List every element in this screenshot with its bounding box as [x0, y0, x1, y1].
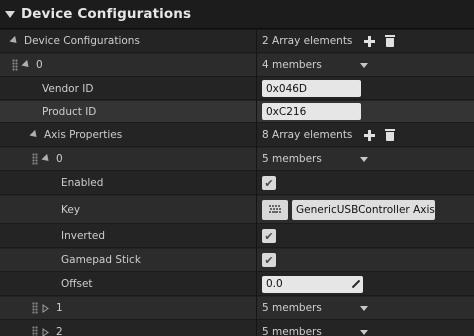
members-combo[interactable]: 5 members — [262, 302, 368, 314]
property-label: Enabled — [61, 177, 104, 189]
checkmark-icon: ✔ — [264, 229, 274, 243]
property-row-offset: Offset 0.0 — [0, 273, 474, 296]
property-label: Axis Properties — [44, 129, 123, 141]
axis-element-row-1[interactable]: 1 5 members — [0, 297, 474, 320]
chevron-down-icon[interactable] — [29, 129, 40, 140]
inverted-checkbox[interactable]: ✔ — [262, 229, 276, 243]
drag-handle-icon[interactable] — [32, 302, 38, 314]
property-label: Vendor ID — [42, 82, 94, 95]
chevron-down-icon[interactable] — [5, 10, 15, 18]
property-label: Inverted — [61, 230, 105, 242]
chevron-down-icon[interactable] — [9, 35, 20, 46]
checkmark-icon: ✔ — [264, 253, 274, 267]
members-count: 5 members — [262, 153, 322, 165]
property-label: 1 — [56, 302, 63, 314]
details-category-header[interactable]: Device Configurations — [0, 0, 474, 29]
members-combo[interactable]: 5 members — [262, 153, 368, 165]
array-element-row-0[interactable]: 0 4 members — [0, 54, 474, 77]
property-row-key: Key GenericUSBController Axis 1 — [0, 196, 474, 224]
array-count: 8 Array elements — [262, 129, 353, 141]
vendor-id-field[interactable]: 0x046D — [262, 80, 361, 97]
property-row-product-id: Product ID 0xC216 — [0, 101, 474, 123]
chevron-down-icon[interactable] — [21, 59, 32, 70]
product-id-field[interactable]: 0xC216 — [262, 103, 361, 120]
details-panel: Device Configurations 2 Array elements 0… — [0, 30, 474, 336]
axis-element-row-0[interactable]: 0 5 members — [0, 148, 474, 171]
plus-icon[interactable] — [364, 35, 376, 47]
offset-numeric-field[interactable]: 0.0 — [262, 275, 363, 293]
key-dropdown[interactable]: GenericUSBController Axis 1 — [292, 199, 435, 220]
chevron-right-icon[interactable] — [42, 327, 49, 336]
property-row-enabled: Enabled ✔ — [0, 172, 474, 195]
gamepad-stick-checkbox[interactable]: ✔ — [262, 253, 276, 267]
property-label: Offset — [61, 278, 93, 290]
members-count: 4 members — [262, 59, 322, 71]
property-row-device-configurations[interactable]: Device Configurations 2 Array elements — [0, 30, 474, 53]
property-label: Gamepad Stick — [61, 254, 141, 266]
enabled-checkbox[interactable]: ✔ — [262, 176, 276, 190]
chevron-down-icon[interactable] — [360, 329, 368, 335]
axis-element-row-2[interactable]: 2 5 members — [0, 321, 474, 336]
chevron-down-icon[interactable] — [360, 62, 368, 68]
property-row-axis-properties[interactable]: Axis Properties 8 Array elements — [0, 124, 474, 147]
property-row-vendor-id: Vendor ID 0x046D — [0, 78, 474, 100]
column-divider[interactable] — [256, 29, 257, 336]
category-title: Device Configurations — [21, 6, 192, 22]
property-row-gamepad-stick: Gamepad Stick ✔ — [0, 249, 474, 272]
members-combo[interactable]: 4 members — [262, 59, 368, 71]
property-row-inverted: Inverted ✔ — [0, 225, 474, 248]
drag-resize-icon[interactable] — [351, 280, 359, 288]
chevron-down-icon[interactable] — [41, 153, 52, 164]
gamepad-key-icon — [269, 204, 281, 213]
key-value: GenericUSBController Axis 1 — [296, 203, 435, 216]
offset-value: 0.0 — [266, 278, 283, 290]
property-label: Key — [61, 203, 81, 216]
trash-icon[interactable] — [385, 35, 396, 47]
property-label: 2 — [56, 326, 63, 336]
drag-handle-icon[interactable] — [12, 59, 18, 71]
property-label: Device Configurations — [24, 35, 140, 47]
chevron-down-icon[interactable] — [360, 305, 368, 311]
key-picker-button[interactable] — [262, 199, 288, 220]
chevron-down-icon[interactable] — [360, 156, 368, 162]
drag-handle-icon[interactable] — [32, 153, 38, 165]
members-count: 5 members — [262, 302, 322, 314]
property-label: Product ID — [42, 105, 97, 118]
members-combo[interactable]: 5 members — [262, 326, 368, 336]
members-count: 5 members — [262, 326, 322, 336]
checkmark-icon: ✔ — [264, 176, 274, 190]
plus-icon[interactable] — [364, 129, 376, 141]
property-label: 0 — [36, 59, 43, 71]
array-count: 2 Array elements — [262, 35, 353, 47]
property-label: 0 — [56, 153, 63, 165]
drag-handle-icon[interactable] — [32, 326, 38, 336]
trash-icon[interactable] — [385, 129, 396, 141]
chevron-right-icon[interactable] — [42, 303, 49, 313]
